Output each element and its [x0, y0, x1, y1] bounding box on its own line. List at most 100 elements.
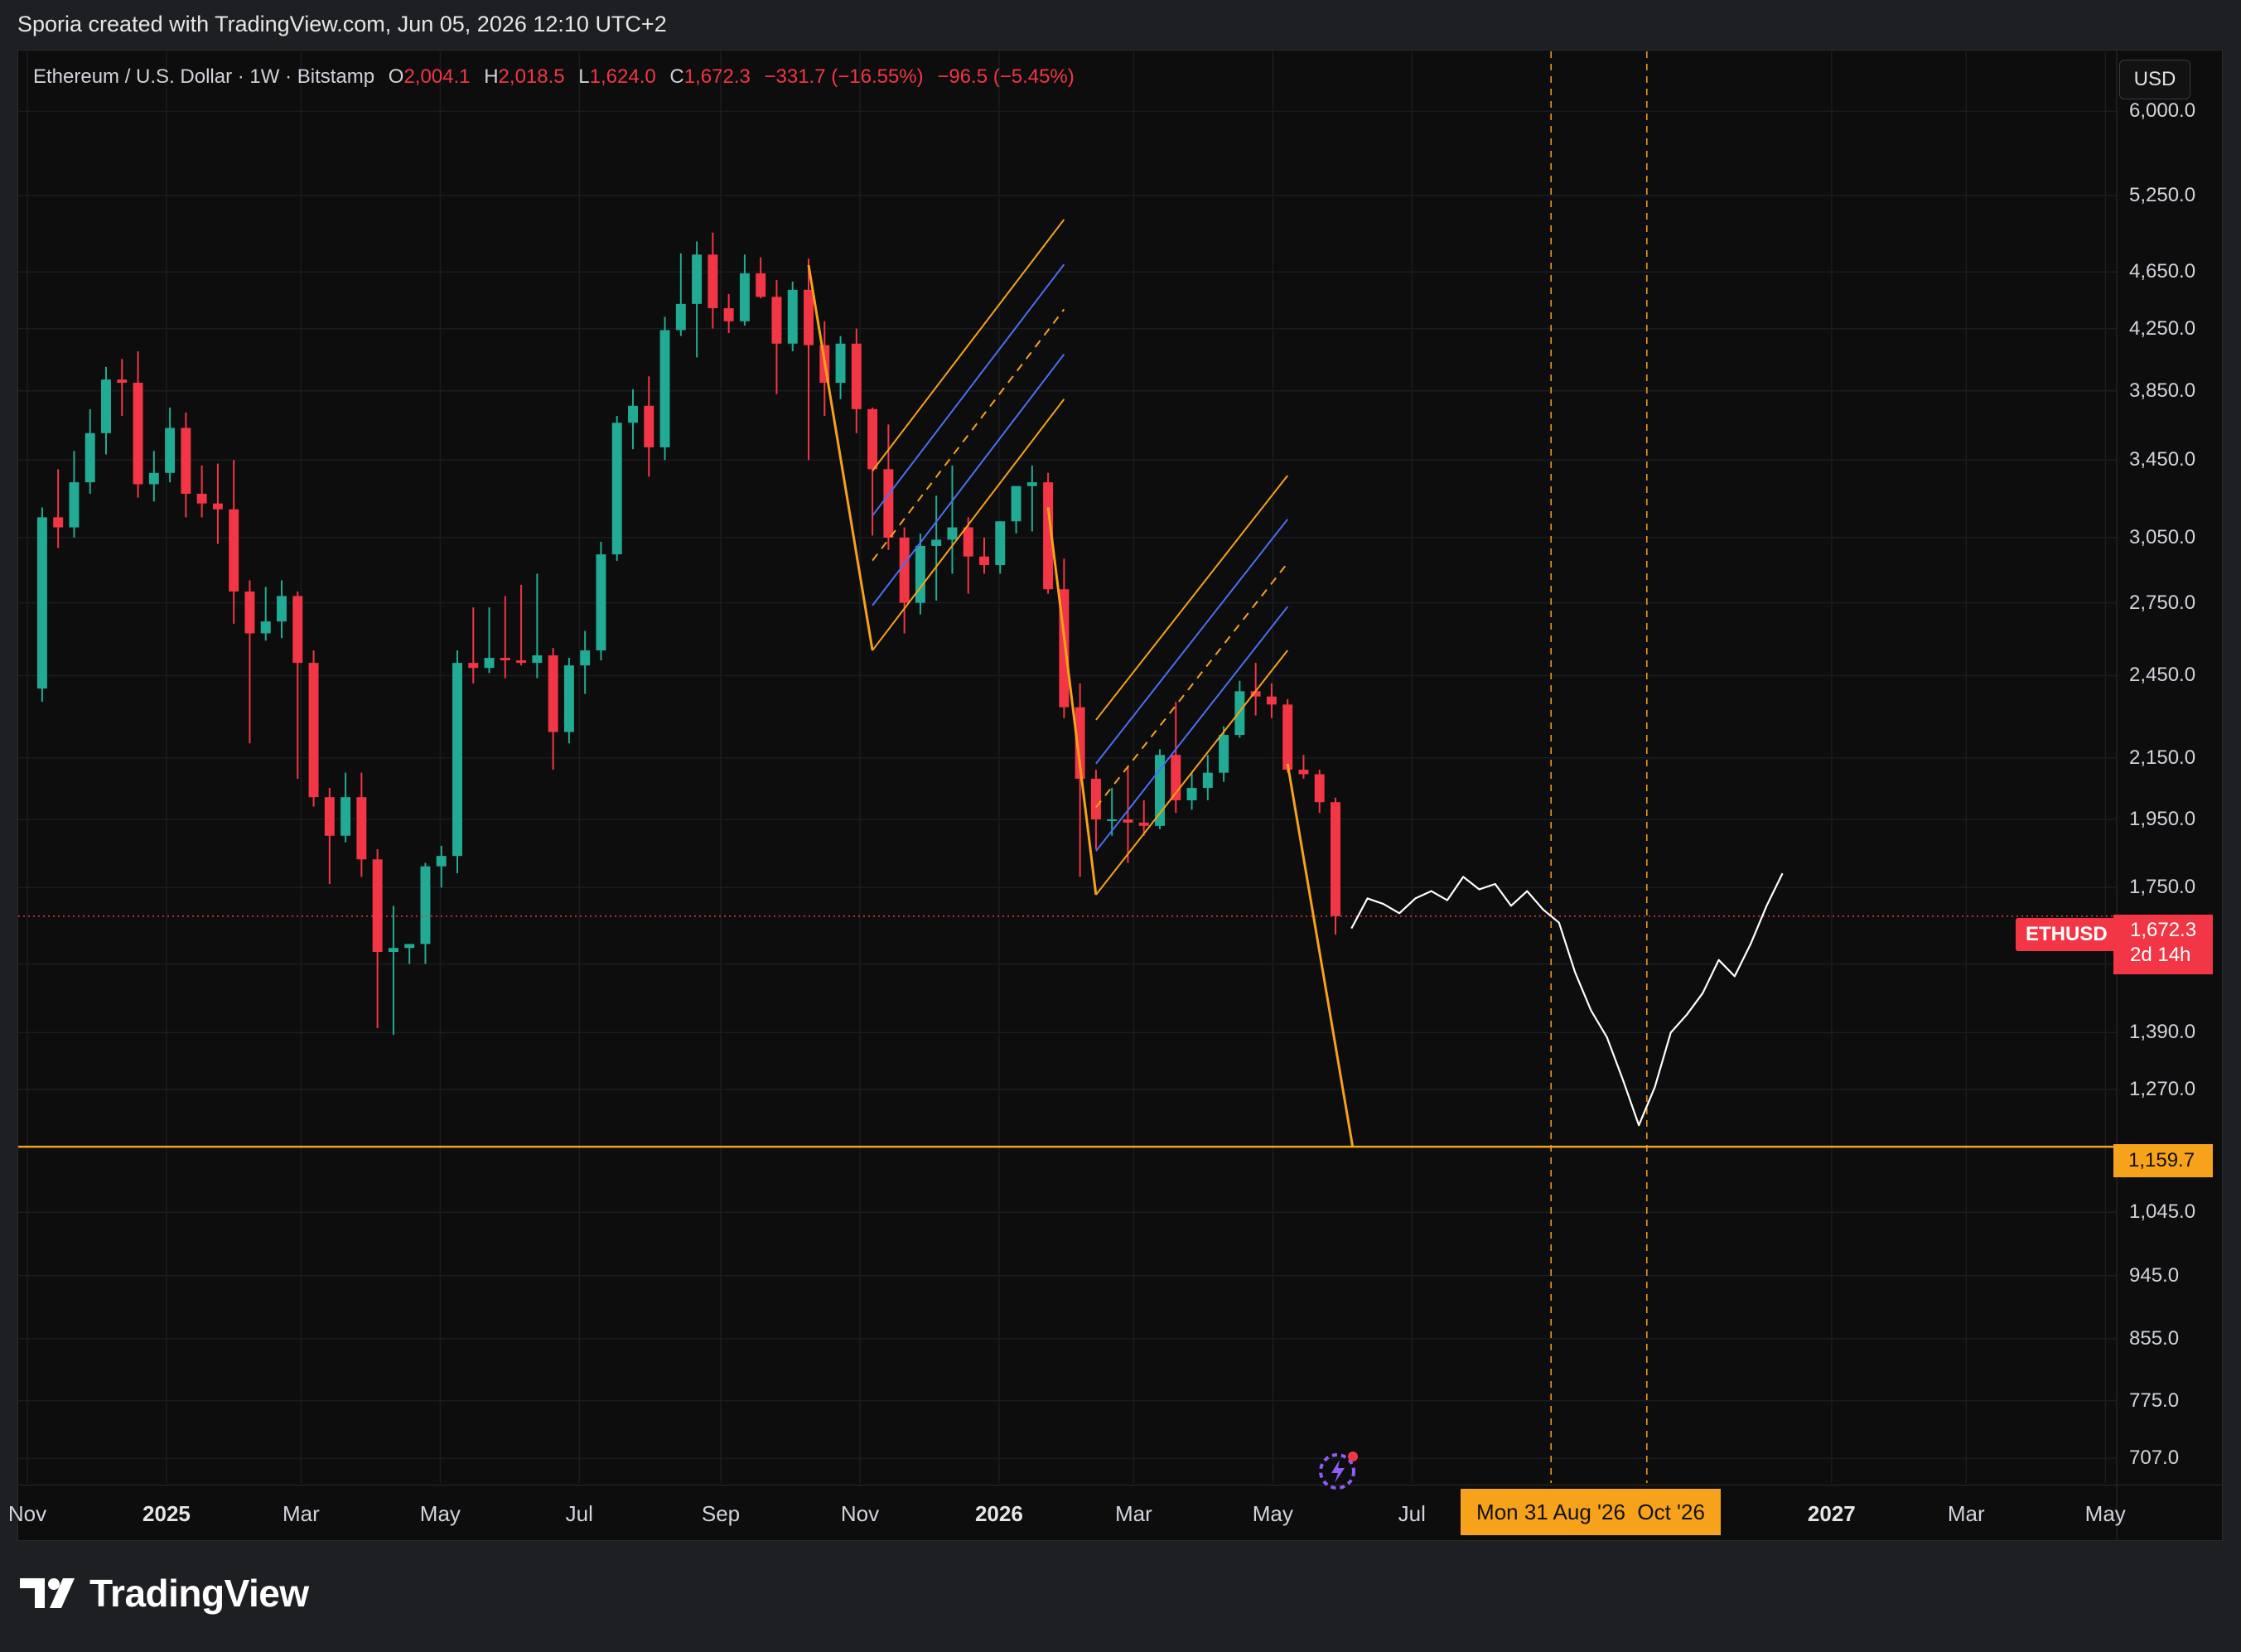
price-tick-label: 775.0 — [2129, 1389, 2180, 1412]
candle-body — [1266, 696, 1277, 705]
pattern-2-channel-line — [1095, 519, 1288, 765]
time-tick-label: Jul — [1398, 1501, 1426, 1526]
candle-body — [436, 856, 447, 867]
candle-body — [1090, 778, 1101, 820]
candle-body — [101, 379, 111, 433]
candle-body — [36, 517, 47, 689]
candle-body — [117, 379, 128, 383]
price-tick-label: 2,450.0 — [2129, 664, 2196, 687]
crosshair-date: Mon 31 Aug '26 — [1476, 1499, 1625, 1524]
price-tick-label: 855.0 — [2129, 1326, 2180, 1350]
candle-body — [372, 859, 383, 952]
candle-body — [181, 427, 191, 494]
candle-body — [420, 866, 431, 944]
candle-body — [771, 297, 782, 344]
price-tick-label: 1,390.0 — [2129, 1021, 2196, 1044]
candle-body — [356, 797, 367, 860]
pattern-2-channel-line — [1095, 562, 1288, 809]
candle-body — [723, 308, 734, 321]
candle-body — [292, 596, 303, 664]
currency-button[interactable]: USD — [2119, 60, 2190, 99]
candle-body — [388, 948, 398, 952]
candle-body — [611, 423, 622, 555]
legend-close-label: C — [669, 65, 684, 88]
price-tick-label: 4,250.0 — [2129, 316, 2196, 340]
candle-body — [899, 537, 910, 603]
candle-body — [1026, 482, 1037, 486]
time-tick-label: May — [2084, 1501, 2126, 1526]
candle-body — [532, 655, 543, 664]
time-tick-label: Sep — [701, 1501, 741, 1526]
candle-body — [277, 596, 287, 622]
candle-body — [516, 660, 527, 664]
symbol-legend[interactable]: Ethereum / U.S. Dollar · 1W · Bitstamp O… — [33, 65, 1075, 89]
tradingview-logo-icon — [20, 1578, 75, 1608]
price-tick-label: 1,950.0 — [2129, 808, 2196, 830]
price-tick-label: 2,750.0 — [2129, 591, 2196, 614]
candle-body — [212, 503, 223, 510]
legend-high: 2,018.5 — [498, 65, 565, 88]
candle-body — [1011, 485, 1021, 522]
legend-open: 2,004.1 — [403, 65, 471, 88]
target-price-tag: 1,159.7 — [2113, 1144, 2213, 1177]
price-chart[interactable] — [0, 0, 2241, 1652]
price-tick-label: 4,650.0 — [2129, 260, 2196, 283]
time-tick-label: 2026 — [974, 1501, 1023, 1526]
candle-body — [1138, 822, 1149, 826]
time-tick-label: May — [419, 1501, 461, 1526]
candle-body — [995, 521, 1006, 566]
tradingview-wordmark: TradingView — [89, 1572, 309, 1615]
candle-body — [675, 303, 686, 331]
candle-body — [1107, 819, 1118, 822]
candle-body — [404, 944, 415, 949]
candle-body — [979, 556, 989, 566]
candle-body — [148, 472, 159, 485]
candle-body — [548, 655, 558, 732]
candle-body — [53, 517, 64, 528]
candle-body — [963, 527, 973, 557]
candle-body — [1202, 772, 1213, 788]
time-tick-label: Jul — [565, 1501, 593, 1526]
crosshair-date-tail: Oct '26 — [1637, 1499, 1705, 1524]
legend-change-2: −96.5 (−5.45%) — [937, 65, 1075, 88]
symbol-price-tag: ETHUSD — [2016, 918, 2118, 951]
candle-body — [1331, 802, 1340, 916]
candle-body — [787, 289, 798, 344]
bar-countdown: 2d 14h — [2130, 944, 2191, 966]
candle-body — [1314, 774, 1325, 803]
pattern-1-channel-line — [872, 219, 1065, 471]
candle-body — [804, 289, 814, 345]
price-tick-label: 707.0 — [2129, 1447, 2180, 1470]
candle-body — [835, 343, 846, 383]
crosshair-date-tag: Mon 31 Aug '26 Oct '26 — [1461, 1489, 1721, 1535]
price-tick-label: 3,850.0 — [2129, 379, 2196, 402]
time-tick-label: 2025 — [142, 1501, 191, 1526]
candle-body — [308, 663, 319, 798]
legend-close: 1,672.3 — [683, 65, 751, 88]
legend-low: 1,624.0 — [589, 65, 656, 88]
time-tick-label: Nov — [7, 1501, 47, 1526]
tradingview-logo[interactable]: TradingView — [20, 1571, 309, 1616]
pattern-2-channel-line — [1095, 606, 1288, 852]
pattern-2-channel-line — [1095, 650, 1288, 896]
pattern-1-channel-line — [872, 399, 1065, 651]
candle-body — [324, 797, 335, 836]
candle-body — [708, 254, 718, 309]
pattern-2-impulse-leg — [1046, 507, 1098, 896]
legend-high-label: H — [484, 65, 499, 88]
candle-body — [340, 797, 351, 836]
candle-body — [947, 527, 958, 540]
candle-body — [628, 405, 638, 423]
last-price-tag: 1,672.3 2d 14h — [2113, 915, 2213, 974]
price-tick-label: 945.0 — [2129, 1263, 2180, 1287]
price-tick-label: 2,150.0 — [2129, 746, 2196, 769]
time-tick-label: Mar — [1114, 1501, 1152, 1526]
candle-body — [692, 254, 703, 304]
candle-body — [883, 469, 894, 538]
candle-body — [133, 382, 143, 485]
pattern-1-channel-line — [872, 263, 1065, 517]
candle-body — [468, 663, 479, 669]
lightning-icon[interactable] — [1316, 1447, 1362, 1493]
candle-body — [851, 343, 862, 409]
time-tick-label: Nov — [840, 1501, 880, 1526]
